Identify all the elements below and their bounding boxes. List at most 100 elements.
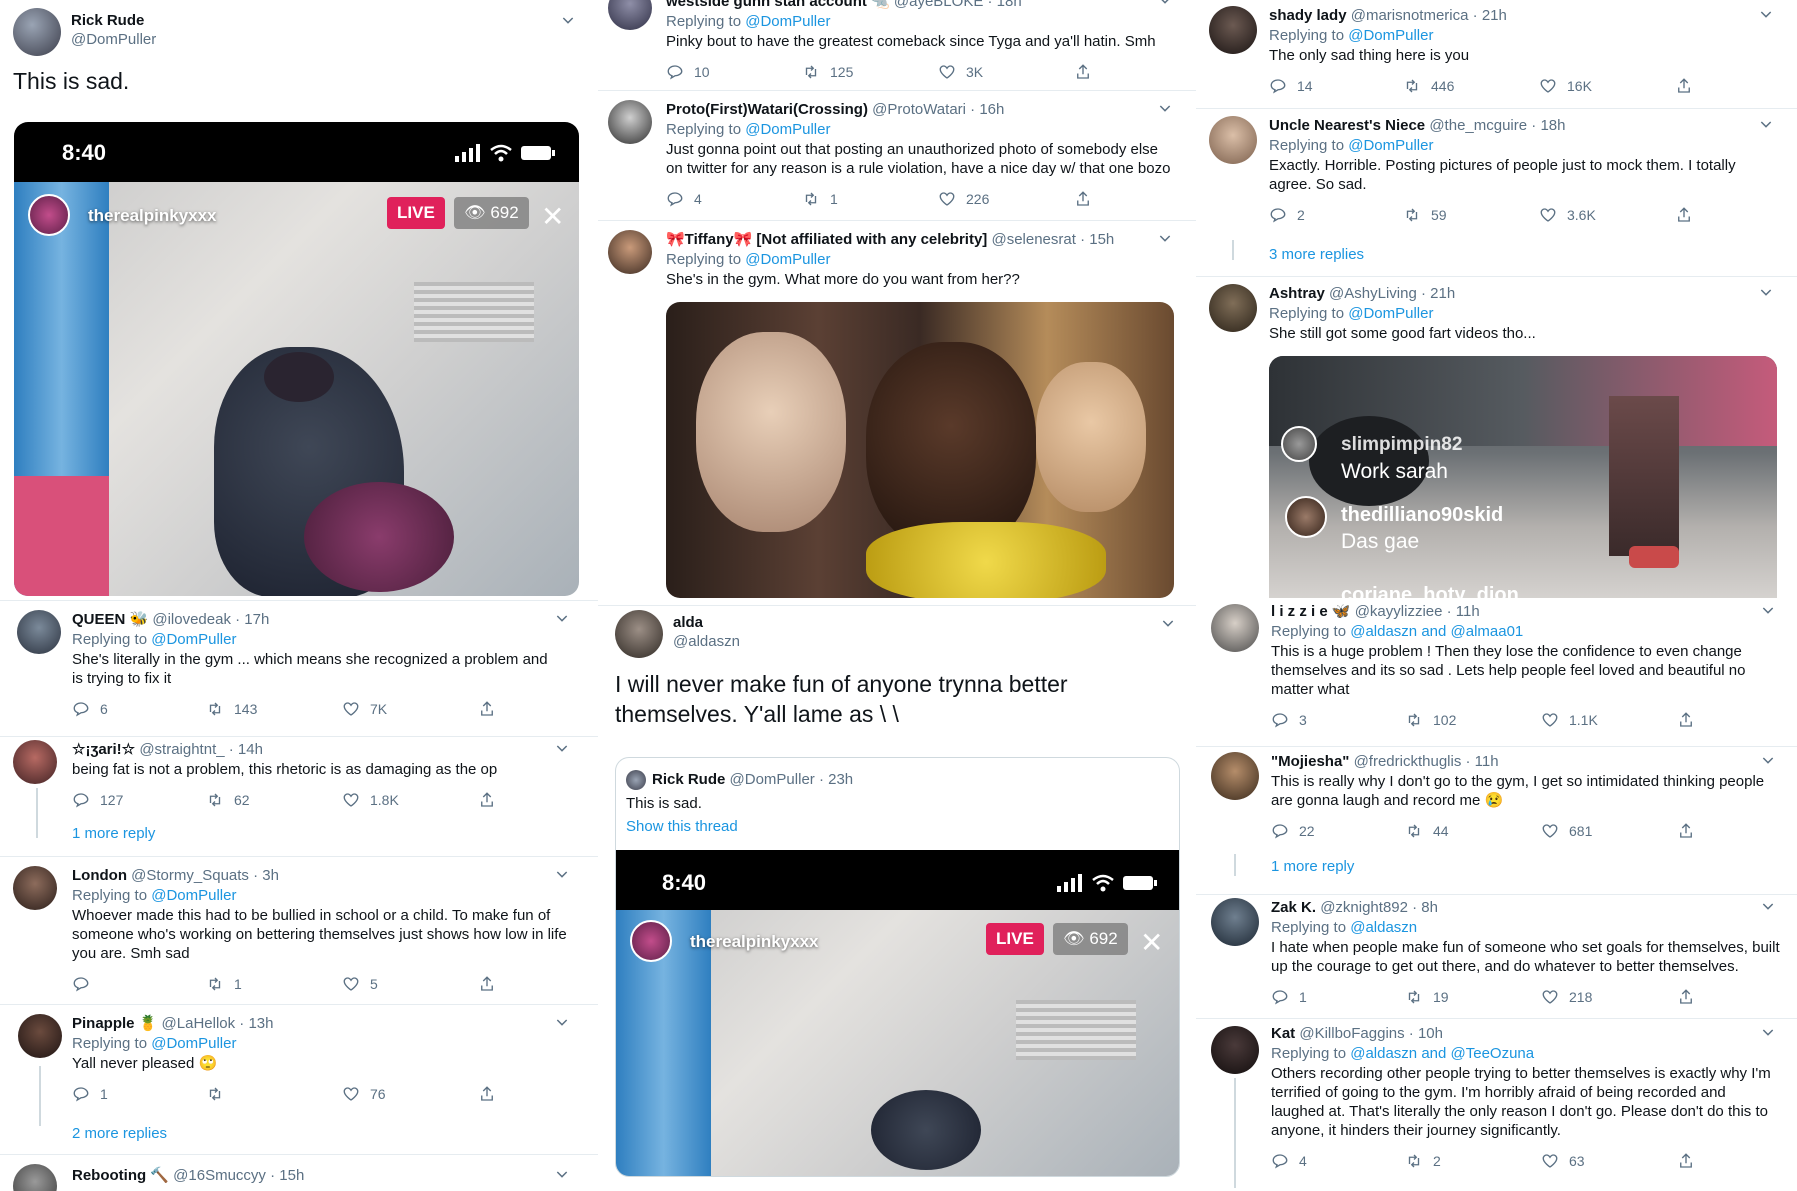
author-name[interactable]: Proto(First)Watari(Crossing)	[666, 101, 868, 118]
reply-tweet[interactable]: London @Stormy_Squats · 3h Replying to @…	[0, 856, 598, 1004]
reply-tweet[interactable]: westside gunn stan account 🐀 @ayeBLOKE ·…	[598, 0, 1196, 90]
tweet-time[interactable]: · 10h	[1409, 1025, 1443, 1042]
author-name[interactable]: London	[72, 867, 127, 884]
chevron-down-icon[interactable]	[1160, 615, 1180, 635]
author-handle[interactable]: @ilovedeak	[152, 611, 231, 628]
avatar[interactable]	[13, 8, 61, 56]
tweet-time[interactable]: · 15h	[270, 1167, 304, 1184]
mention-link[interactable]: @DomPuller	[745, 13, 830, 30]
reply-tweet[interactable]: "Mojiesha" @fredrickthuglis · 11h This i…	[1196, 746, 1797, 894]
author-name[interactable]: l i z z i e 🦋	[1271, 603, 1351, 620]
like-button[interactable]: 1.8K	[342, 791, 399, 809]
avatar[interactable]	[1209, 284, 1257, 332]
show-more-replies-link[interactable]: 1 more reply	[72, 825, 155, 842]
mention-link[interactable]: @DomPuller	[151, 1035, 236, 1052]
share-button[interactable]	[478, 791, 496, 809]
mention-link[interactable]: @aldaszn and @TeeOzuna	[1350, 1045, 1534, 1062]
chevron-down-icon[interactable]	[1760, 898, 1780, 918]
author-handle[interactable]: @aldaszn	[673, 633, 740, 650]
chevron-down-icon[interactable]	[1758, 116, 1778, 136]
tweet-time[interactable]: · 21h	[1473, 7, 1507, 24]
chevron-down-icon[interactable]	[554, 740, 574, 760]
reply-tweet[interactable]: l i z z i e 🦋 @kayylizziee · 11h Replyin…	[1196, 598, 1797, 746]
mention-link[interactable]: @DomPuller	[1348, 305, 1433, 322]
avatar[interactable]	[13, 740, 57, 784]
tweet-time[interactable]: · 15h	[1080, 231, 1114, 248]
share-button[interactable]	[1074, 63, 1092, 81]
tweet-time[interactable]: · 23h	[819, 771, 853, 788]
retweet-button[interactable]: 2	[1405, 1152, 1441, 1170]
reply-button[interactable]: 4	[1271, 1152, 1307, 1170]
author-name[interactable]: Uncle Nearest's Niece	[1269, 117, 1425, 134]
reply-button[interactable]: 3	[1271, 711, 1307, 729]
chevron-down-icon[interactable]	[554, 866, 574, 886]
like-button[interactable]: 3K	[938, 63, 983, 81]
chevron-down-icon[interactable]	[1157, 100, 1177, 120]
like-button[interactable]: 681	[1541, 822, 1592, 840]
tweet-time[interactable]: · 11h	[1466, 753, 1499, 770]
retweet-button[interactable]: 1	[802, 190, 838, 208]
tweet-time[interactable]: · 8h	[1412, 899, 1438, 916]
quote-tweet[interactable]: alda @aldaszn I will never make fun of a…	[598, 605, 1196, 1191]
share-button[interactable]	[1675, 77, 1693, 95]
like-button[interactable]: 226	[938, 190, 989, 208]
reply-button[interactable]: 2	[1269, 206, 1305, 224]
tweet-time[interactable]: · 18h	[988, 0, 1022, 10]
author-handle[interactable]: @16Smuccyy	[173, 1167, 266, 1184]
chevron-down-icon[interactable]	[554, 610, 574, 630]
share-button[interactable]	[1677, 1152, 1695, 1170]
share-button[interactable]	[1074, 190, 1092, 208]
tweet-time[interactable]: · 13h	[239, 1015, 273, 1032]
reply-tweet[interactable]: Pinapple 🍍 @LaHellok · 13h Replying to @…	[0, 1004, 598, 1154]
retweet-button[interactable]	[206, 1085, 234, 1103]
reply-button[interactable]: 1	[72, 1085, 108, 1103]
mention-link[interactable]: @DomPuller	[1348, 27, 1433, 44]
avatar[interactable]	[1211, 1026, 1259, 1074]
chevron-down-icon[interactable]	[1157, 230, 1177, 250]
author-name[interactable]: Kat	[1271, 1025, 1295, 1042]
chevron-down-icon[interactable]	[560, 12, 580, 32]
mention-link[interactable]: @DomPuller	[745, 121, 830, 138]
reply-tweet[interactable]: Uncle Nearest's Niece @the_mcguire · 18h…	[1196, 108, 1797, 276]
author-handle[interactable]: @DomPuller	[71, 31, 156, 48]
author-handle[interactable]: @kayylizziee	[1355, 603, 1443, 620]
reply-tweet[interactable]: Proto(First)Watari(Crossing) @ProtoWatar…	[598, 90, 1196, 220]
retweet-button[interactable]: 446	[1403, 77, 1454, 95]
retweet-button[interactable]: 102	[1405, 711, 1456, 729]
author-handle[interactable]: @KillboFaggins	[1299, 1025, 1404, 1042]
chevron-down-icon[interactable]	[1760, 752, 1780, 772]
retweet-button[interactable]: 62	[206, 791, 250, 809]
author-handle[interactable]: @fredrickthuglis	[1354, 753, 1462, 770]
author-name[interactable]: ☆¡ʒari!☆	[72, 741, 135, 758]
reply-button[interactable]: 22	[1271, 822, 1315, 840]
author-handle[interactable]: @LaHellok	[162, 1015, 236, 1032]
author-name[interactable]: 🎀Tiffany🎀 [Not affiliated with any celeb…	[666, 231, 987, 248]
tweet-time[interactable]: · 16h	[970, 101, 1004, 118]
author-name[interactable]: QUEEN 🐝	[72, 611, 148, 628]
author-handle[interactable]: @ayeBLOKE	[894, 0, 983, 10]
chevron-down-icon[interactable]	[1760, 602, 1780, 622]
tweet-time[interactable]: · 3h	[253, 867, 279, 884]
quoted-tweet-card[interactable]: Rick Rude @DomPuller · 23h This is sad. …	[615, 757, 1180, 1177]
author-name[interactable]: Rebooting 🔨	[72, 1167, 169, 1184]
show-more-replies-link[interactable]: 1 more reply	[1271, 858, 1354, 875]
author-name[interactable]: alda	[673, 614, 703, 631]
retweet-button[interactable]: 125	[802, 63, 853, 81]
author-handle[interactable]: @ProtoWatari	[872, 101, 966, 118]
author-name[interactable]: shady lady	[1269, 7, 1347, 24]
author-handle[interactable]: @DomPuller	[730, 771, 815, 788]
tweet-time[interactable]: · 11h	[1447, 603, 1480, 620]
retweet-button[interactable]: 44	[1405, 822, 1449, 840]
reply-button[interactable]: 1	[1271, 988, 1307, 1006]
author-handle[interactable]: @marisnotmerica	[1351, 7, 1469, 24]
author-handle[interactable]: @straightnt_	[139, 741, 224, 758]
retweet-button[interactable]: 1	[206, 975, 242, 993]
like-button[interactable]: 76	[342, 1085, 386, 1103]
reply-tweet[interactable]: 🎀Tiffany🎀 [Not affiliated with any celeb…	[598, 220, 1196, 605]
chevron-down-icon[interactable]	[554, 1166, 574, 1186]
share-button[interactable]	[1677, 988, 1695, 1006]
chevron-down-icon[interactable]	[1760, 1024, 1780, 1044]
tweet-time[interactable]: · 18h	[1531, 117, 1565, 134]
mention-link[interactable]: @DomPuller	[151, 631, 236, 648]
show-more-replies-link[interactable]: 2 more replies	[72, 1125, 167, 1142]
